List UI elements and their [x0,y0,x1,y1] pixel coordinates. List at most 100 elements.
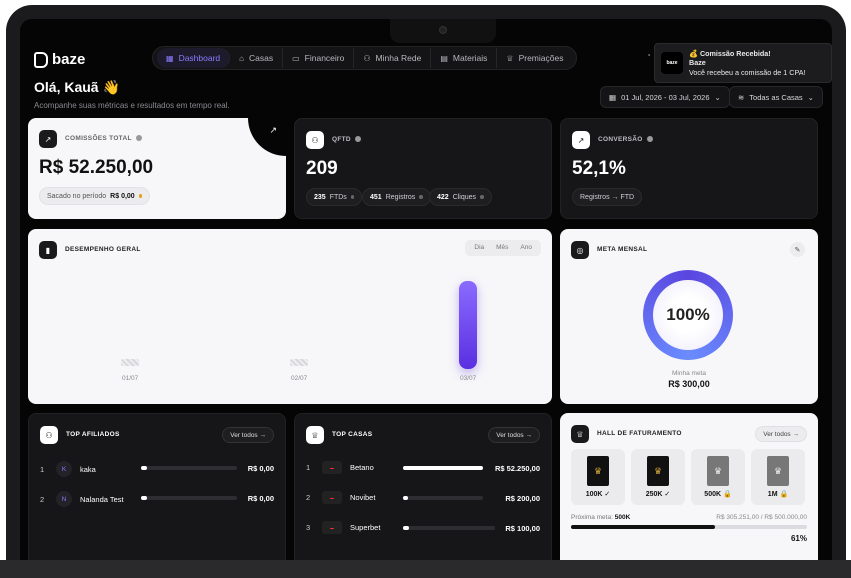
house-logo: ▬ [322,461,342,474]
camera-icon [439,26,447,34]
toast-sender: Baze [689,58,706,68]
avatar: N [56,491,72,507]
goal-label: Minha meta [672,370,706,377]
tier-badge[interactable]: ♛ 100K ✓ [571,449,625,505]
list-item[interactable]: 1 ▬ Betano [306,461,374,474]
range-mes[interactable]: Mês [490,240,514,256]
progress-fill [141,466,147,470]
affiliate-amount: R$ 0,00 [247,464,274,473]
trophy-icon: ♕ [506,53,514,63]
nav-label: Minha Rede [375,53,422,63]
conversion-title: CONVERSÃO [598,136,653,143]
hall-progress-text: R$ 305.251,00 / R$ 500.000,00 [716,514,807,521]
goal-value: R$ 300,00 [668,379,710,389]
range-ano[interactable]: Ano [514,240,538,256]
edit-icon[interactable]: ✎ [790,242,805,257]
logo-text: baze [52,51,86,68]
hall-card: ♕ HALL DE FATURAMENTO Ver todos → ♛ 100K … [560,413,818,564]
chart-bar[interactable] [290,359,308,366]
users-icon: ⚇ [306,131,324,149]
nav-item-financeiro[interactable]: ▭ Financeiro [283,48,355,68]
users-icon: ⚇ [363,53,371,63]
date-range-picker[interactable]: ▦ 01 Jul, 2026 - 03 Jul, 2026 ⌄ [600,86,730,108]
rank: 1 [306,463,311,472]
date-range-label: 01 Jul, 2026 - 03 Jul, 2026 [621,92,710,102]
tier-label: 100K ✓ [585,491,611,498]
conversion-chip: Registros → FTD [572,188,643,206]
range-dia[interactable]: Dia [468,240,490,256]
toast-logo: baze [661,52,683,74]
chevron-down-icon: ⌄ [714,92,721,102]
list-item[interactable]: 2 ▬ Novibet [306,491,375,504]
trend-up-icon: ↗ [572,131,590,149]
next-goal: Próxima meta: 500K [571,514,630,521]
progress-fill [403,496,408,500]
plaque-icon: ♛ [707,456,729,486]
nav-item-materiais[interactable]: ▤ Materiais [431,48,498,68]
laptop-base [0,560,851,578]
chart-bar[interactable] [459,281,477,369]
commissions-card: ↗ COMISSÕES TOTAL R$ 52.250,00 Sacado no… [28,118,286,219]
top-nav: ▦ Dashboard ⌂ Casas ▭ Financeiro ⚇ Minha Red… [152,46,578,70]
status-dot [419,195,423,199]
notification-toast[interactable]: baze 💰 Comissão Recebida! Baze Você rece… [654,43,832,83]
tier-badge[interactable]: ♛ 500K 🔒 [691,449,745,505]
nav-item-casas[interactable]: ⌂ Casas [230,48,284,68]
status-dot [350,195,355,199]
house-amount: R$ 200,00 [505,494,540,503]
info-icon[interactable] [646,136,653,143]
progress-track [403,466,483,470]
hall-see-all-button[interactable]: Ver todos → [755,426,807,442]
nav-label: Materiais [452,53,488,63]
next-goal-value: 500K [614,514,631,521]
toast-message: Você recebeu a comissão de 1 CPA! [689,67,806,77]
camera-notch [390,19,496,43]
stack-icon: ≋ [738,92,745,102]
performance-title: DESEMPENHO GERAL [65,246,141,253]
houses-see-all-button[interactable]: Ver todos → [488,427,540,443]
nav-item-dashboard[interactable]: ▦ Dashboard [157,48,231,68]
house-amount: R$ 100,00 [505,524,540,533]
x-tick-label: 03/07 [460,375,477,382]
nav-item-premiacoes[interactable]: ♕ Premiações [497,48,572,68]
chart-bar[interactable] [121,359,139,366]
top-affiliates-card: ⚇ TOP AFILIADOS Ver todos → 1 Kkaka R$ 0,… [28,413,286,564]
conversion-value: 52,1% [572,158,626,179]
top-affiliates-title: TOP AFILIADOS [66,431,120,438]
dashboard-icon: ▦ [166,53,174,63]
house-filter-select[interactable]: ≋ Todas as Casas ⌄ [729,86,823,108]
calendar-icon: ▦ [609,92,617,102]
progress-track [141,496,237,500]
nav-label: Financeiro [304,53,345,63]
list-item[interactable]: 3 ▬ Superbet [306,521,380,534]
tier-badge[interactable]: ♛ 1M 🔒 [751,449,805,505]
house-logo: ▬ [322,491,342,504]
trophy-icon: ♕ [571,425,589,443]
next-goal-label: Próxima meta: [571,514,613,521]
card-corner [248,118,286,156]
info-icon[interactable] [135,135,142,142]
page-subtitle: Acompanhe suas métricas e resultados em … [34,101,230,110]
bar-chart-icon: ▮ [39,241,57,259]
avatar: K [56,461,72,477]
house-filter-label: Todas as Casas [749,92,803,102]
goal-percent: 100% [653,280,723,350]
affiliates-see-all-button[interactable]: Ver todos → [222,427,274,443]
plaque-icon: ♛ [767,456,789,486]
hall-progress-fill [571,525,715,529]
list-item[interactable]: 1 Kkaka [40,461,96,477]
top-houses-card: ♕ TOP CASAS Ver todos → 1 ▬ Betano R$ 52.2… [294,413,552,564]
house-amount: R$ 52.250,00 [494,464,540,473]
bell-icon[interactable]: ◔ [646,51,651,60]
x-tick-label: 01/07 [122,375,139,382]
commissions-value: R$ 52.250,00 [39,157,154,178]
qftd-card: ⚇ QFTD 209 235 FTDs 451 Registros 422 Cliqu… [294,118,552,219]
page-title: Olá, Kauã 👋 [34,79,120,95]
external-link-icon[interactable]: ↗ [269,125,277,136]
list-item[interactable]: 2 N Nalanda Test [40,491,124,507]
app-logo[interactable]: baze [34,51,85,68]
info-icon[interactable] [354,136,361,143]
tier-badge[interactable]: ♛ 250K ✓ [631,449,685,505]
nav-item-minha-rede[interactable]: ⚇ Minha Rede [354,48,432,68]
users-icon: ⚇ [40,426,58,444]
